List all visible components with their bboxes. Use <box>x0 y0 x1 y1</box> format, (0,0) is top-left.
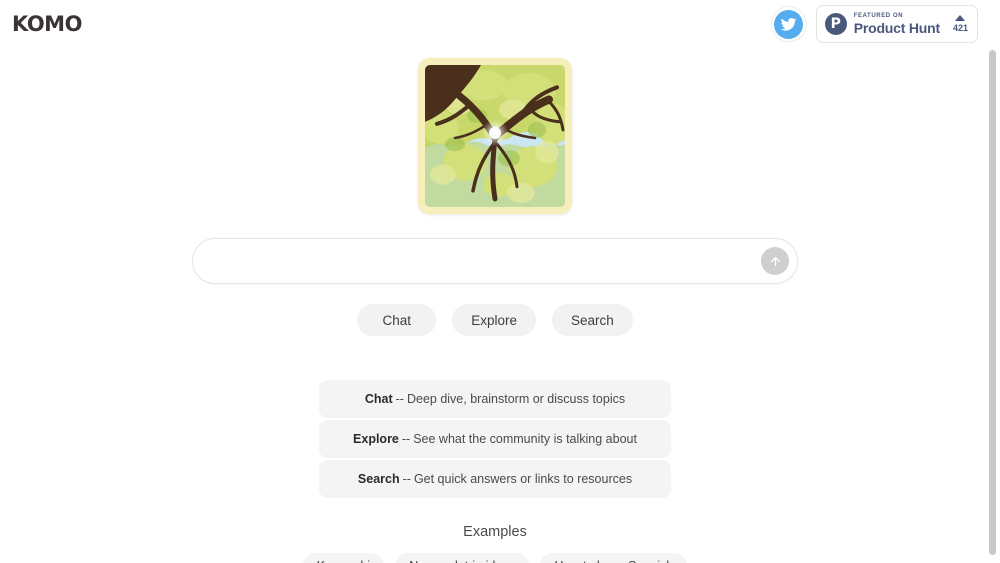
mode-button-explore[interactable]: Explore <box>452 304 536 336</box>
mode-description-separator: -- <box>402 472 411 486</box>
upvote-triangle-icon <box>955 15 966 21</box>
search-bar-wrap <box>0 238 990 284</box>
hero-image-wrap <box>0 58 990 214</box>
twitter-icon <box>774 9 804 39</box>
submit-button[interactable] <box>761 247 789 275</box>
mode-description-text: See what the community is talking about <box>413 432 637 446</box>
twitter-button[interactable] <box>770 6 807 42</box>
komorebi-illustration <box>425 65 565 207</box>
search-bar[interactable] <box>192 238 798 284</box>
product-hunt-name: Product Hunt <box>853 20 940 36</box>
product-hunt-text: FEATURED ON Product Hunt <box>854 13 940 35</box>
page-header: KOMO P FEATURED ON Product Hunt 421 <box>0 0 990 48</box>
mode-description-name: Explore <box>353 432 399 446</box>
examples-row-1: Komorebi New york trip ideas How to lear… <box>302 553 688 563</box>
page-root: KOMO P FEATURED ON Product Hunt 421 Chat… <box>0 0 1000 563</box>
mode-description-name: Chat <box>364 392 393 406</box>
product-hunt-kicker: FEATURED ON <box>853 13 904 19</box>
mode-description-separator: -- <box>401 432 411 446</box>
mode-description-explore: Explore -- See what the community is tal… <box>319 420 671 458</box>
mode-description-separator: -- <box>395 392 404 406</box>
search-input[interactable] <box>193 239 797 283</box>
scrollbar-thumb[interactable] <box>989 50 996 555</box>
komo-logo[interactable]: KOMO <box>12 13 82 35</box>
product-hunt-badge[interactable]: P FEATURED ON Product Hunt 421 <box>815 5 978 43</box>
example-pill[interactable]: How to learn Spanish <box>540 553 688 563</box>
main-content: Chat Explore Search Chat -- Deep dive, b… <box>0 48 990 563</box>
example-pill[interactable]: Komorebi <box>302 553 385 563</box>
upvote-count: 421 <box>952 23 968 33</box>
mode-description-text: Get quick answers or links to resources <box>413 472 633 486</box>
mode-buttons: Chat Explore Search <box>0 304 990 336</box>
hero-image-frame <box>418 58 572 214</box>
examples-title: Examples <box>463 524 527 540</box>
mode-button-chat[interactable]: Chat <box>357 304 437 336</box>
examples-section: Examples Komorebi New york trip ideas Ho… <box>0 524 990 563</box>
mode-button-search[interactable]: Search <box>552 304 633 336</box>
header-actions: P FEATURED ON Product Hunt 421 <box>770 5 978 43</box>
mode-description-search: Search -- Get quick answers or links to … <box>319 460 671 498</box>
product-hunt-icon: P <box>824 13 847 35</box>
product-hunt-upvotes[interactable]: 421 <box>947 15 968 33</box>
scrollbar[interactable] <box>985 48 1000 563</box>
mode-description-text: Deep dive, brainstorm or discuss topics <box>406 392 626 406</box>
mode-descriptions: Chat -- Deep dive, brainstorm or discuss… <box>0 380 990 498</box>
mode-description-name: Search <box>357 472 400 486</box>
mode-description-chat: Chat -- Deep dive, brainstorm or discuss… <box>319 380 671 418</box>
example-pill[interactable]: New york trip ideas <box>395 553 530 563</box>
